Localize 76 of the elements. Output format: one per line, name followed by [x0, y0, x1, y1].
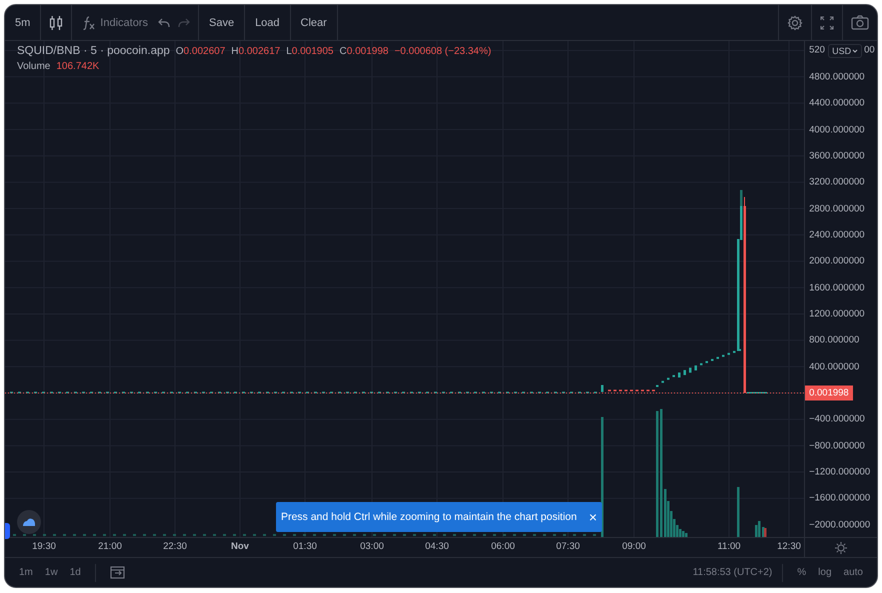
candle: [716, 356, 719, 359]
axis-label: −1600.000000: [809, 492, 870, 504]
axis-label: 4400.000000: [809, 98, 865, 109]
axis-label: 2400.000000: [809, 229, 865, 240]
volume-bar: [737, 487, 740, 537]
candle: [678, 372, 680, 378]
candle: [728, 352, 730, 355]
indicators-button[interactable]: Indicators: [76, 12, 154, 34]
axis-label: 1200.000000: [809, 308, 865, 320]
time-label: 11:00: [717, 541, 741, 552]
axis-label: 2000.000000: [809, 256, 865, 267]
range-button[interactable]: 1d: [66, 565, 85, 580]
candle: [694, 365, 697, 370]
caret-icon: [852, 49, 858, 53]
scale-option-button[interactable]: %: [793, 565, 810, 580]
axis-label: 2800.000000: [809, 203, 865, 214]
clock-time: 11:58:53 (UTC+2): [692, 567, 772, 578]
ohlc-value: O0.002607: [176, 46, 226, 57]
close-button[interactable]: ×: [588, 510, 598, 524]
axis-label: 4000.000000: [809, 124, 865, 135]
current-price-tag: 0.001998: [805, 386, 853, 400]
sun-icon[interactable]: [835, 542, 848, 554]
axis-label: 1600.000000: [809, 282, 865, 294]
time-label: 19:30: [32, 541, 56, 552]
toolbar-action-button[interactable]: Save: [202, 12, 240, 32]
candle: [733, 350, 736, 353]
axis-label: 800.000000: [809, 334, 860, 346]
time-label: Nov: [231, 541, 249, 552]
panel-handle[interactable]: [5, 523, 10, 539]
symbol-title: SQUID/BNB · 5 · poocoin.app: [17, 45, 170, 57]
candle: [684, 370, 686, 376]
interval-button[interactable]: 5m: [9, 12, 36, 32]
toast-message: Press and hold Ctrl while zooming to maintain the chart position: [280, 511, 577, 523]
toolbar-action-button[interactable]: Load: [249, 12, 286, 32]
axis-label: −1200.000000: [809, 466, 870, 478]
time-label: 09:00: [622, 541, 646, 552]
axis-label: −400.000000: [809, 414, 865, 425]
volume-value: 106.742K: [56, 61, 100, 72]
candle: [689, 368, 692, 373]
axis-label: −2000.000000: [809, 519, 870, 530]
axis-label: 400.000000: [809, 361, 860, 372]
logo-icon[interactable]: [17, 510, 41, 534]
price-change: −0.000608 (−23.34%): [394, 46, 492, 57]
time-label: 06:00: [491, 541, 515, 552]
axis-label: 4800.000000: [809, 71, 865, 82]
ohlc-value: C0.001998: [340, 46, 388, 57]
axis-label: 520: [809, 44, 825, 56]
function-icon: [82, 16, 96, 30]
candle: [711, 358, 714, 361]
time-label: 12:30: [777, 541, 801, 552]
scale-option-button[interactable]: auto: [840, 565, 867, 580]
candle: [672, 375, 675, 378]
axis-label: 00: [864, 44, 875, 56]
candle: [601, 385, 604, 392]
time-label: 04:30: [425, 541, 449, 552]
ohlc-value: H0.002617: [231, 46, 280, 57]
candle: [706, 361, 708, 364]
range-button[interactable]: 1m: [15, 565, 37, 580]
scale-option-button[interactable]: log: [814, 565, 836, 580]
toolbar-action-button[interactable]: Clear: [294, 12, 333, 32]
time-label: 07:30: [556, 541, 580, 552]
axis-label: 3600.000000: [809, 150, 865, 162]
currency-dropdown[interactable]: USD: [828, 44, 862, 58]
candle: [722, 354, 724, 357]
ohlc-value: L0.001905: [286, 46, 334, 57]
candle: [700, 363, 702, 366]
time-label: 03:00: [360, 541, 384, 552]
time-label: 21:00: [98, 541, 122, 552]
candle: [662, 380, 664, 383]
axis-label: 3200.000000: [809, 176, 865, 188]
time-label: 22:30: [163, 541, 187, 552]
candle: [667, 378, 670, 380]
range-button[interactable]: 1w: [40, 565, 62, 580]
time-label: 01:30: [293, 541, 317, 552]
volume-label: Volume: [17, 61, 50, 72]
axis-label: −800.000000: [809, 440, 865, 452]
